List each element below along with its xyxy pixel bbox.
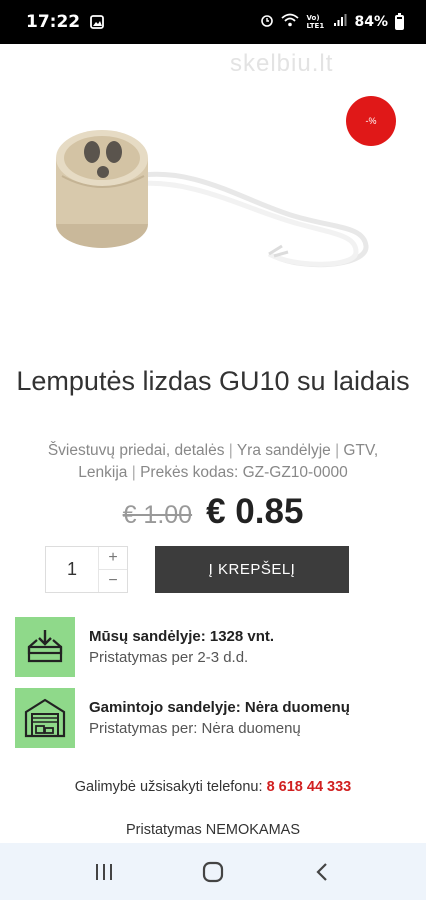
stock-row-warehouse: Mūsų sandėlyje: 1328 vnt. Pristatymas pe… bbox=[15, 617, 274, 677]
battery-icon bbox=[395, 12, 404, 30]
network-label: Vo) LTE1 bbox=[306, 14, 325, 30]
meta-product-code: Prekės kodas: GZ-GZ10-0000 bbox=[140, 464, 348, 481]
current-price: € 0.85 bbox=[206, 492, 304, 531]
stock-subtitle: Pristatymas per: Nėra duomenų bbox=[89, 720, 301, 737]
status-bar: 17:22 Vo) LTE1 84% bbox=[0, 0, 426, 44]
phone-number-link[interactable]: 8 618 44 333 bbox=[267, 779, 352, 795]
status-time: 17:22 bbox=[26, 12, 81, 32]
delivery-info: Pristatymas NEMOKAMAS bbox=[125, 822, 301, 838]
warehouse-box-icon bbox=[15, 617, 75, 677]
alarm-icon bbox=[260, 13, 274, 31]
stock-text: Mūsų sandėlyje: 1328 vnt. Pristatymas pe… bbox=[89, 626, 274, 668]
price-block: € 1.00 € 0.85 bbox=[0, 492, 426, 532]
stock-row-manufacturer: Gamintojo sandelyje: Nėra duomenų Prista… bbox=[15, 688, 350, 748]
recent-apps-icon[interactable] bbox=[84, 852, 124, 892]
quantity-increase-button[interactable]: + bbox=[99, 547, 127, 570]
wifi-icon bbox=[281, 13, 300, 31]
stock-text: Gamintojo sandelyje: Nėra duomenų Prista… bbox=[89, 697, 350, 739]
signal-icon bbox=[333, 13, 347, 31]
gallery-notification-icon bbox=[90, 15, 105, 29]
quantity-decrease-button[interactable]: − bbox=[99, 570, 127, 592]
phone-order-line: Galimybė užsisakyti telefonu: 8 618 44 3… bbox=[0, 779, 426, 795]
product-image[interactable] bbox=[44, 106, 374, 286]
watermark-logo: skelbiu.lt bbox=[230, 50, 334, 77]
home-icon[interactable] bbox=[193, 852, 233, 892]
phone-order-label: Galimybė užsisakyti telefonu: bbox=[74, 779, 263, 795]
status-right: Vo) LTE1 84% bbox=[260, 12, 404, 31]
quantity-stepper: 1 + − bbox=[45, 546, 128, 593]
system-nav-bar bbox=[0, 843, 426, 900]
product-gallery[interactable]: skelbiu.lt -% bbox=[0, 44, 426, 344]
meta-separator: | bbox=[335, 442, 340, 459]
quantity-input[interactable]: 1 bbox=[46, 547, 98, 592]
meta-availability: Yra sandėlyje bbox=[236, 442, 331, 459]
meta-separator: | bbox=[228, 442, 233, 459]
quantity-controls: + − bbox=[98, 547, 127, 592]
add-to-cart-button[interactable]: Į KREPŠELĮ bbox=[155, 546, 349, 593]
stock-title: Gamintojo sandelyje: Nėra duomenų bbox=[89, 699, 350, 716]
factory-garage-icon bbox=[15, 688, 75, 748]
stock-subtitle: Pristatymas per 2-3 d.d. bbox=[89, 649, 249, 666]
meta-separator: | bbox=[131, 464, 136, 481]
battery-percent: 84% bbox=[354, 14, 388, 30]
back-icon[interactable] bbox=[302, 852, 342, 892]
old-price: € 1.00 bbox=[122, 501, 193, 529]
product-meta: Šviestuvų priedai, detalės | Yra sandėly… bbox=[30, 440, 396, 484]
meta-category[interactable]: Šviestuvų priedai, detalės bbox=[48, 442, 225, 459]
product-title: Lemputės lizdas GU10 su laidais bbox=[16, 366, 410, 396]
stock-title: Mūsų sandėlyje: 1328 vnt. bbox=[89, 628, 275, 645]
